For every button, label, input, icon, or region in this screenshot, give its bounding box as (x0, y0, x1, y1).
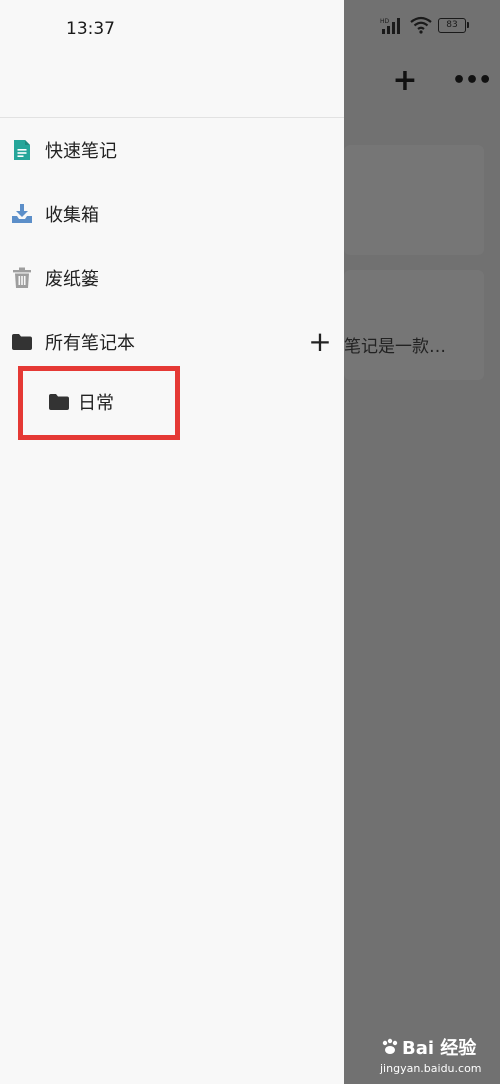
note-snippet: 笔记是一款… (344, 337, 446, 357)
watermark-logo: Bai 经验 (380, 1034, 490, 1060)
paw-icon (382, 1038, 398, 1054)
trash-icon (10, 266, 34, 290)
add-note-icon[interactable]: + (390, 66, 420, 96)
baidu-jingyan-watermark: Bai 经验 jingyan.baidu.com (380, 1034, 490, 1080)
notebook-item-label: 日常 (78, 393, 114, 414)
drawer-divider (0, 117, 344, 118)
navigation-drawer: 13:37 快速笔记 收集箱 废纸篓 所有笔记本 + 日常 (0, 0, 344, 1084)
sidebar-item-label: 废纸篓 (45, 269, 99, 290)
sidebar-item-label: 所有笔记本 (45, 333, 135, 354)
status-time: 13:37 (66, 19, 115, 39)
note-icon (10, 138, 34, 162)
add-notebook-button[interactable]: + (306, 328, 334, 356)
sidebar-item-trash[interactable]: 废纸篓 (10, 258, 99, 298)
sidebar-item-label: 收集箱 (45, 205, 99, 226)
status-bar-right: HD 83 (380, 16, 469, 34)
signal-icon: HD (380, 18, 400, 34)
hd-label: HD (380, 18, 390, 25)
sidebar-item-label: 快速笔记 (45, 141, 117, 162)
note-card[interactable] (344, 270, 484, 380)
sidebar-item-all-notebooks[interactable]: 所有笔记本 (10, 322, 135, 362)
more-options-icon[interactable]: ••• (452, 66, 492, 96)
note-card[interactable] (344, 145, 484, 255)
watermark-brand: Bai 经验 (402, 1038, 477, 1059)
notebook-item-daily[interactable]: 日常 (48, 382, 114, 422)
inbox-download-icon (10, 202, 34, 226)
folder-icon (10, 330, 34, 354)
sidebar-item-quick-note[interactable]: 快速笔记 (10, 130, 117, 170)
folder-icon (48, 393, 70, 411)
sidebar-item-inbox[interactable]: 收集箱 (10, 194, 99, 234)
battery-indicator: 83 (438, 17, 469, 33)
wifi-icon (410, 16, 432, 34)
watermark-url: jingyan.baidu.com (380, 1062, 482, 1075)
